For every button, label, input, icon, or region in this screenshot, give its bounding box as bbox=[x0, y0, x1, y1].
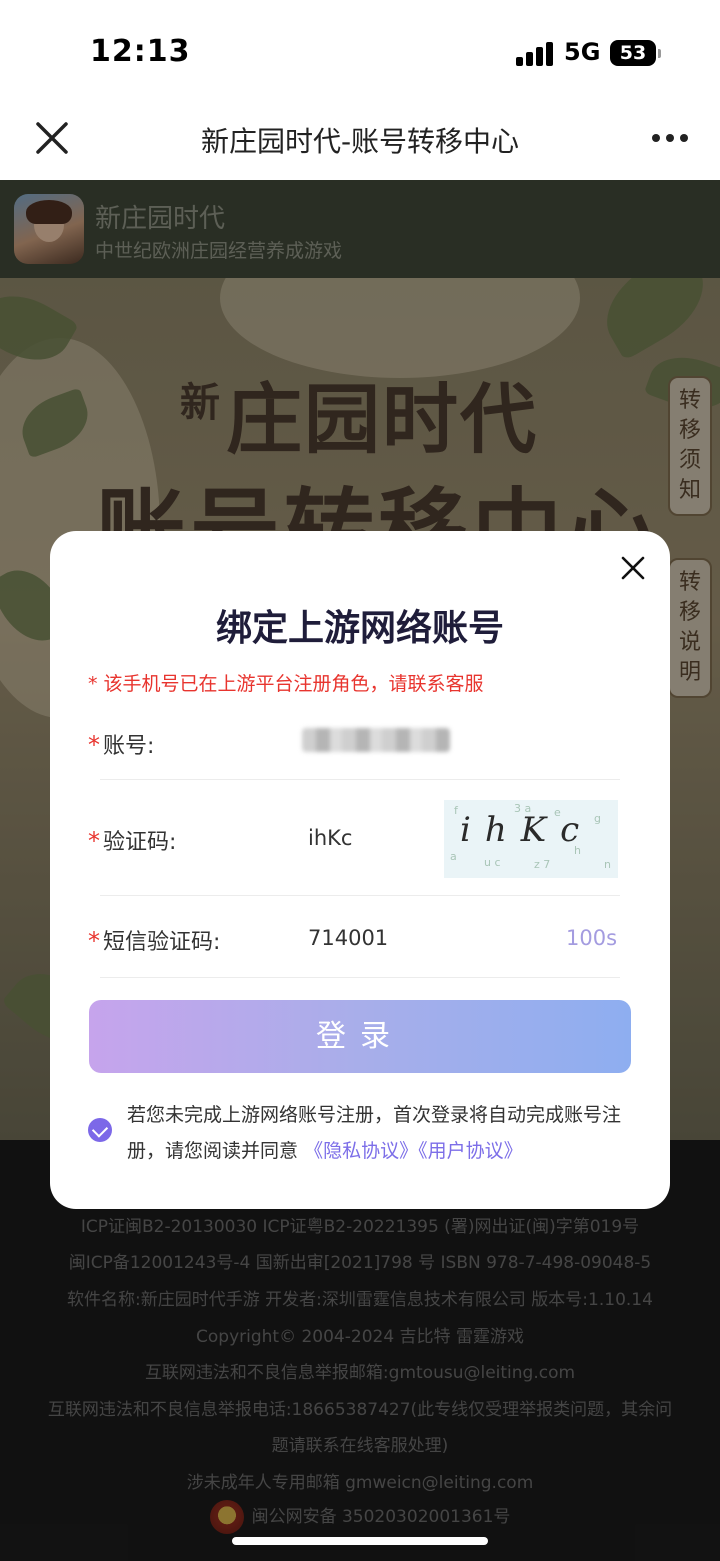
status-bar: 12:13 5G 53 bbox=[0, 0, 720, 100]
account-label: * 账号: bbox=[88, 731, 155, 759]
bind-account-dialog: 绑定上游网络账号 * 该手机号已在上游平台注册角色，请联系客服 * 账号: * 验证… bbox=[50, 531, 670, 1209]
sms-code-field[interactable]: * 短信验证码: 714001 100s bbox=[88, 896, 620, 978]
page-title: 新庄园时代-账号转移中心 bbox=[200, 125, 520, 158]
dialog-title: 绑定上游网络账号 bbox=[215, 608, 504, 649]
signal-icon bbox=[516, 42, 554, 66]
nav-bar: 新庄园时代-账号转移中心 bbox=[0, 100, 720, 180]
agreement-text: 若您未完成上游网络账号注册，首次登录将自动完成账号注册，请您阅读并同意 《隐私协… bbox=[127, 1104, 622, 1162]
more-options-icon[interactable] bbox=[650, 128, 690, 148]
captcha-input[interactable]: ihKc bbox=[308, 826, 352, 850]
battery-icon: 53 bbox=[610, 40, 661, 66]
privacy-policy-link[interactable]: 《隐私协议》 bbox=[304, 1140, 418, 1162]
account-value-blurred bbox=[302, 728, 450, 752]
account-field[interactable]: * 账号: bbox=[88, 728, 620, 780]
resend-countdown[interactable]: 100s bbox=[566, 926, 617, 950]
agreement-checkbox[interactable] bbox=[88, 1118, 112, 1142]
user-agreement-link[interactable]: 《用户协议》 bbox=[418, 1140, 523, 1162]
network-type: 5G bbox=[564, 38, 601, 66]
home-indicator[interactable] bbox=[232, 1537, 488, 1545]
sms-code-input[interactable]: 714001 bbox=[308, 926, 388, 950]
error-message: * 该手机号已在上游平台注册角色，请联系客服 bbox=[88, 673, 484, 695]
captcha-image[interactable]: f 3 a e g a u c z 7 h n ihKc bbox=[444, 800, 618, 878]
close-icon[interactable] bbox=[620, 555, 646, 581]
status-time: 12:13 bbox=[90, 34, 191, 69]
captcha-label: * 验证码: bbox=[88, 827, 177, 855]
sms-code-label: * 短信验证码: bbox=[88, 927, 221, 955]
login-button[interactable]: 登录 bbox=[89, 1000, 631, 1073]
